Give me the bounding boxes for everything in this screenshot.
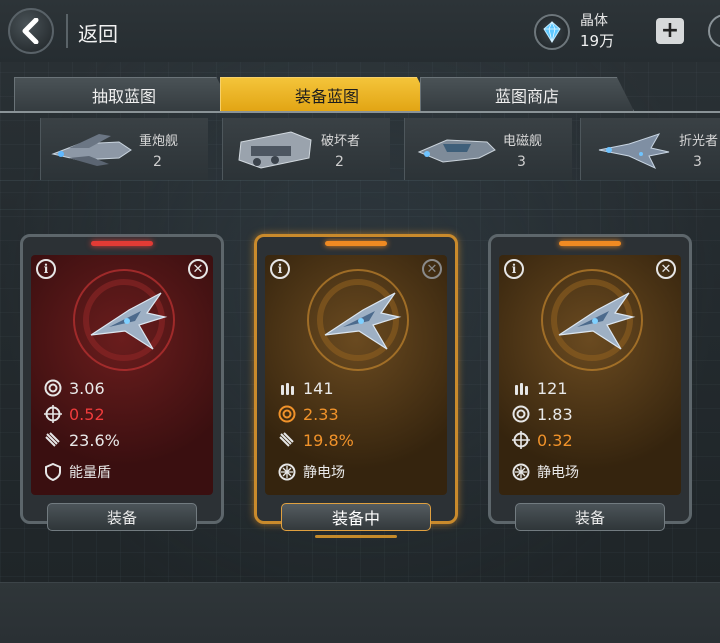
close-icon[interactable]: ✕	[188, 259, 208, 279]
category-name: 破坏者	[321, 134, 361, 149]
blueprint-category-strip: 重炮舰 2 破坏者 2 电磁舰 3 折光者 3	[0, 118, 720, 180]
category-name: 电磁舰	[503, 134, 543, 149]
missile-icon	[43, 430, 63, 450]
skill-row: 能量盾	[43, 461, 111, 483]
stat-value: 141	[303, 378, 334, 398]
close-icon[interactable]: ✕	[422, 259, 442, 279]
tab-draw-blueprint[interactable]: 抽取蓝图	[14, 77, 234, 111]
skill-row: 静电场	[511, 461, 579, 483]
equip-button[interactable]: 装备	[47, 503, 197, 531]
category-count: 3	[693, 154, 702, 170]
ship-emblem	[307, 269, 409, 371]
stat-row: 0.52	[43, 403, 105, 425]
rarity-indicator	[91, 241, 153, 246]
ammo-icon	[511, 378, 531, 398]
tab-label: 抽取蓝图	[91, 86, 156, 106]
blueprint-card[interactable]: i ✕ 3.06 0.52 23.6% 能量盾 装备	[20, 234, 224, 531]
stat-value: 121	[537, 378, 568, 398]
crosshair-icon	[43, 404, 63, 424]
settings-icon[interactable]	[708, 14, 720, 48]
stat-value: 23.6%	[69, 430, 120, 450]
target-ring-icon	[511, 404, 531, 424]
tab-equip-blueprint[interactable]: 装备蓝图	[220, 77, 434, 111]
stat-row: 3.06	[43, 377, 105, 399]
info-icon[interactable]: i	[270, 259, 290, 279]
stat-row: 121	[511, 377, 568, 399]
category-refractor[interactable]: 折光者 3	[580, 118, 720, 180]
em-ship-icon	[417, 139, 496, 163]
blueprint-card[interactable]: i ✕ 121 1.83 0.32 静电场 装备	[488, 234, 692, 531]
stat-row: 2.33	[277, 403, 339, 425]
background-lines	[0, 180, 720, 210]
tab-bar: 抽取蓝图 装备蓝图 蓝图商店	[14, 77, 720, 111]
tab-underline	[0, 111, 720, 113]
currency-name: 晶体	[580, 13, 608, 29]
skill-label: 能量盾	[69, 465, 111, 481]
info-icon[interactable]: i	[504, 259, 524, 279]
crosshair-icon	[511, 430, 531, 450]
add-currency-button[interactable]: +	[656, 18, 684, 44]
target-ring-icon	[43, 378, 63, 398]
category-name: 重炮舰	[139, 134, 179, 149]
card-body: i ✕ 121 1.83 0.32 静电场	[499, 255, 681, 495]
tab-label: 蓝图商店	[494, 86, 559, 106]
tab-label: 装备蓝图	[294, 86, 359, 106]
back-label[interactable]: 返回	[78, 18, 118, 47]
blueprint-card[interactable]: i ✕ 141 2.33 19.8% 静电场 装备中	[254, 234, 458, 538]
currency-amount: 19万	[580, 32, 615, 50]
category-count: 2	[153, 154, 162, 170]
stat-row: 141	[277, 377, 334, 399]
stat-value: 0.32	[537, 430, 573, 450]
stat-row: 23.6%	[43, 429, 120, 451]
card-body: i ✕ 3.06 0.52 23.6% 能量盾	[31, 255, 213, 495]
shield-icon	[43, 462, 63, 482]
stat-value: 3.06	[69, 378, 105, 398]
stat-value: 2.33	[303, 404, 339, 424]
tab-blueprint-shop[interactable]: 蓝图商店	[420, 77, 634, 111]
static-field-icon	[277, 462, 297, 482]
ship-emblem	[541, 269, 643, 371]
category-name: 折光者	[679, 134, 719, 149]
stat-value: 0.52	[69, 404, 105, 424]
equipped-button[interactable]: 装备中	[281, 503, 431, 531]
crystal-icon	[534, 14, 570, 50]
static-field-icon	[511, 462, 531, 482]
stat-value: 1.83	[537, 404, 573, 424]
chevron-left-icon	[22, 18, 39, 44]
skill-row: 静电场	[277, 461, 345, 483]
bottom-panel	[0, 582, 720, 643]
stat-row: 19.8%	[277, 429, 354, 451]
heavy-gunship-icon	[51, 134, 132, 166]
back-button[interactable]	[8, 8, 54, 54]
category-heavy-gunship[interactable]: 重炮舰 2	[40, 118, 208, 180]
rarity-indicator	[325, 241, 387, 246]
missile-icon	[277, 430, 297, 450]
card-body: i ✕ 141 2.33 19.8% 静电场	[265, 255, 447, 495]
top-bar: 返回 晶体 19万 +	[0, 0, 720, 62]
rarity-indicator	[559, 241, 621, 246]
ship-emblem	[73, 269, 175, 371]
skill-label: 静电场	[303, 465, 345, 481]
stat-row: 0.32	[511, 429, 573, 451]
stat-row: 1.83	[511, 403, 573, 425]
category-em-ship[interactable]: 电磁舰 3	[404, 118, 572, 180]
equipped-indicator	[315, 535, 397, 538]
skill-label: 静电场	[537, 465, 579, 481]
category-count: 2	[335, 154, 344, 170]
target-ring-icon	[277, 404, 297, 424]
category-destroyer[interactable]: 破坏者 2	[222, 118, 390, 180]
destroyer-icon	[238, 131, 312, 169]
header-divider	[66, 14, 68, 48]
equip-button[interactable]: 装备	[515, 503, 665, 531]
ammo-icon	[277, 378, 297, 398]
close-icon[interactable]: ✕	[656, 259, 676, 279]
stat-value: 19.8%	[303, 430, 354, 450]
category-count: 3	[517, 154, 526, 170]
info-icon[interactable]: i	[36, 259, 56, 279]
refractor-icon	[598, 133, 670, 170]
